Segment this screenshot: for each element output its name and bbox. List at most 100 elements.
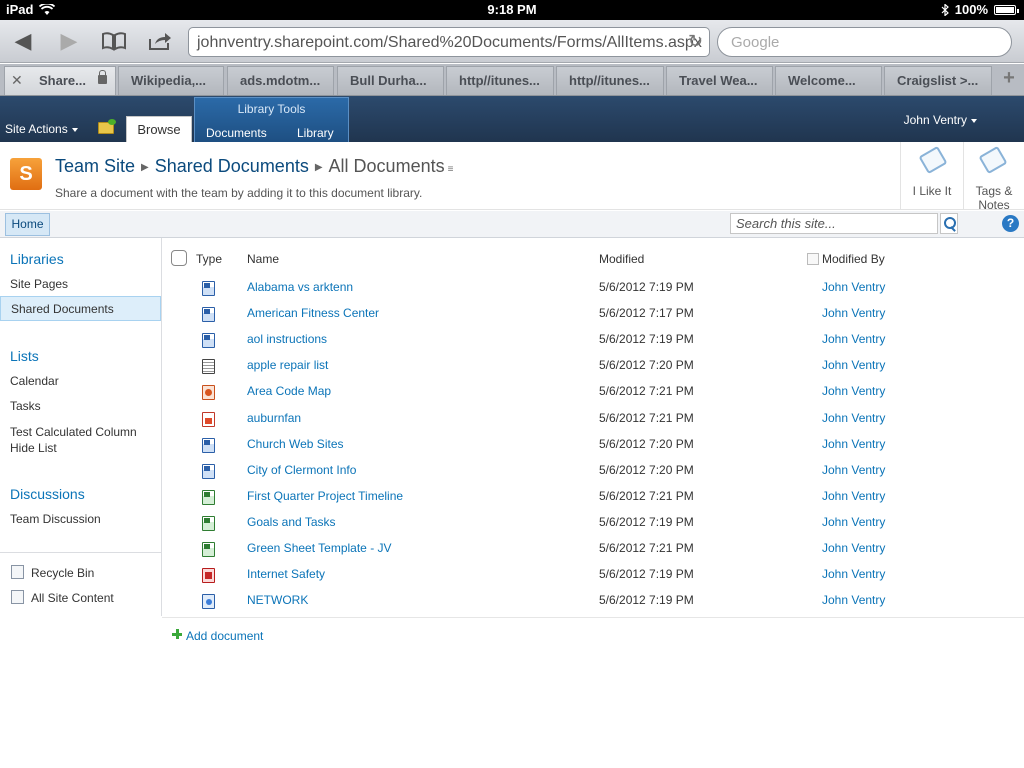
sharepoint-logo-icon[interactable]: S: [10, 158, 42, 190]
document-name-link[interactable]: aol instructions: [247, 332, 327, 346]
bluetooth-icon: [941, 3, 949, 16]
table-row[interactable]: Church Web Sites 5/6/2012 7:20 PM John V…: [162, 432, 1024, 458]
close-tab-icon[interactable]: ✕: [11, 67, 23, 94]
google-search-field[interactable]: Google: [717, 27, 1012, 57]
table-row[interactable]: First Quarter Project Timeline 5/6/2012 …: [162, 484, 1024, 510]
nav-test-calculated-column-hide-list[interactable]: Test Calculated Column Hide List: [10, 424, 137, 456]
modified-by-link[interactable]: John Ventry: [822, 306, 885, 320]
tab-label: Craigslist >...: [897, 73, 979, 88]
tab-library[interactable]: Library: [297, 126, 334, 140]
word-doc-icon: [202, 464, 215, 479]
table-row[interactable]: NETWORK 5/6/2012 7:19 PM John Ventry: [162, 588, 1024, 614]
document-name-link[interactable]: Area Code Map: [247, 384, 331, 398]
document-name-link[interactable]: Green Sheet Template - JV: [247, 541, 392, 555]
nav-heading-discussions[interactable]: Discussions: [10, 486, 85, 502]
document-name-link[interactable]: First Quarter Project Timeline: [247, 489, 403, 503]
modified-by-link[interactable]: John Ventry: [822, 463, 885, 477]
select-all-checkbox[interactable]: [171, 250, 187, 266]
modified-by-link[interactable]: John Ventry: [822, 437, 885, 451]
url-field[interactable]: johnventry.sharepoint.com/Shared%20Docum…: [188, 27, 710, 57]
forward-arrow-icon[interactable]: ▶: [54, 28, 84, 54]
tab-label: Welcome...: [788, 73, 856, 88]
help-icon[interactable]: ?: [1002, 215, 1019, 232]
document-name-link[interactable]: apple repair list: [247, 358, 328, 372]
modified-by-filter-checkbox[interactable]: [807, 253, 819, 265]
modified-by-link[interactable]: John Ventry: [822, 332, 885, 346]
document-name-link[interactable]: NETWORK: [247, 593, 308, 607]
table-row[interactable]: Green Sheet Template - JV 5/6/2012 7:21 …: [162, 536, 1024, 562]
nav-team-discussion[interactable]: Team Discussion: [10, 512, 101, 526]
browser-tab[interactable]: ads.mdotm...: [227, 66, 334, 95]
column-header-name[interactable]: Name: [247, 252, 279, 266]
site-actions-menu[interactable]: Site Actions: [5, 122, 78, 136]
column-header-modified-by[interactable]: Modified By: [822, 252, 885, 266]
table-row[interactable]: Goals and Tasks 5/6/2012 7:19 PM John Ve…: [162, 510, 1024, 536]
table-row[interactable]: Internet Safety 5/6/2012 7:19 PM John Ve…: [162, 562, 1024, 588]
battery-percent: 100%: [954, 2, 988, 17]
document-name-link[interactable]: Alabama vs arktenn: [247, 280, 353, 294]
nav-heading-libraries[interactable]: Libraries: [10, 251, 64, 267]
breadcrumb-team-site[interactable]: Team Site: [55, 156, 135, 176]
nav-site-pages[interactable]: Site Pages: [10, 277, 68, 291]
table-row[interactable]: American Fitness Center 5/6/2012 7:17 PM…: [162, 301, 1024, 327]
nav-recycle-bin[interactable]: Recycle Bin: [31, 566, 94, 580]
view-menu-icon[interactable]: ≡: [448, 164, 454, 175]
browser-tab[interactable]: http//itunes...: [446, 66, 554, 95]
document-name-link[interactable]: Internet Safety: [247, 567, 325, 581]
back-arrow-icon[interactable]: ◀: [8, 28, 38, 54]
share-icon[interactable]: [145, 28, 175, 54]
reload-icon[interactable]: ↻: [688, 31, 703, 52]
modified-by-link[interactable]: John Ventry: [822, 358, 885, 372]
nav-shared-documents[interactable]: Shared Documents: [0, 296, 161, 321]
user-menu[interactable]: John Ventry: [904, 113, 977, 127]
table-row[interactable]: auburnfan 5/6/2012 7:21 PM John Ventry: [162, 406, 1024, 432]
tags-notes-button[interactable]: Tags & Notes: [963, 142, 1024, 212]
add-document-link[interactable]: Add document: [172, 629, 263, 643]
all-site-content-icon: [11, 590, 24, 604]
document-name-link[interactable]: American Fitness Center: [247, 306, 379, 320]
browser-tab[interactable]: Travel Wea...: [666, 66, 773, 95]
column-header-modified[interactable]: Modified: [599, 252, 644, 266]
bookmarks-book-icon[interactable]: [99, 28, 129, 54]
modified-by-link[interactable]: John Ventry: [822, 280, 885, 294]
browser-tab[interactable]: http//itunes...: [556, 66, 664, 95]
table-row[interactable]: apple repair list 5/6/2012 7:20 PM John …: [162, 353, 1024, 379]
modified-by-link[interactable]: John Ventry: [822, 541, 885, 555]
document-name-link[interactable]: Church Web Sites: [247, 437, 344, 451]
document-name-link[interactable]: auburnfan: [247, 411, 301, 425]
navigate-up-folder-icon[interactable]: [98, 119, 116, 134]
search-icon[interactable]: [940, 213, 958, 234]
modified-by-link[interactable]: John Ventry: [822, 593, 885, 607]
table-row[interactable]: City of Clermont Info 5/6/2012 7:20 PM J…: [162, 458, 1024, 484]
modified-by-link[interactable]: John Ventry: [822, 384, 885, 398]
browser-tab[interactable]: Craigslist >...: [884, 66, 992, 95]
table-row[interactable]: aol instructions 5/6/2012 7:19 PM John V…: [162, 327, 1024, 353]
modified-by-link[interactable]: John Ventry: [822, 515, 885, 529]
browser-tab-sharepoint[interactable]: ✕ Share...: [4, 66, 116, 95]
column-header-type[interactable]: Type: [196, 252, 222, 266]
nav-tasks[interactable]: Tasks: [10, 399, 41, 413]
document-name-link[interactable]: Goals and Tasks: [247, 515, 336, 529]
browser-tab[interactable]: Welcome...: [775, 66, 882, 95]
nav-all-site-content[interactable]: All Site Content: [31, 591, 114, 605]
table-row[interactable]: Area Code Map 5/6/2012 7:21 PM John Vent…: [162, 379, 1024, 405]
browser-tab[interactable]: Bull Durha...: [337, 66, 444, 95]
table-row[interactable]: Alabama vs arktenn 5/6/2012 7:19 PM John…: [162, 275, 1024, 301]
breadcrumb-view-selector[interactable]: All Documents: [329, 156, 445, 176]
modified-by-link[interactable]: John Ventry: [822, 411, 885, 425]
tags-notes-label: Tags & Notes: [975, 184, 1013, 212]
nav-home[interactable]: Home: [5, 213, 50, 236]
browser-tab[interactable]: Wikipedia,...: [118, 66, 224, 95]
nav-heading-lists[interactable]: Lists: [10, 348, 39, 364]
tab-documents[interactable]: Documents: [206, 126, 267, 140]
breadcrumb-shared-documents[interactable]: Shared Documents: [155, 156, 309, 176]
site-search-input[interactable]: Search this site...: [730, 213, 938, 234]
nav-calendar[interactable]: Calendar: [10, 374, 59, 388]
tab-browse[interactable]: Browse: [126, 116, 192, 142]
site-actions-label: Site Actions: [5, 122, 68, 136]
document-name-link[interactable]: City of Clermont Info: [247, 463, 356, 477]
i-like-it-button[interactable]: I Like It: [900, 142, 963, 210]
new-tab-plus-icon[interactable]: +: [998, 67, 1020, 90]
modified-by-link[interactable]: John Ventry: [822, 567, 885, 581]
modified-by-link[interactable]: John Ventry: [822, 489, 885, 503]
